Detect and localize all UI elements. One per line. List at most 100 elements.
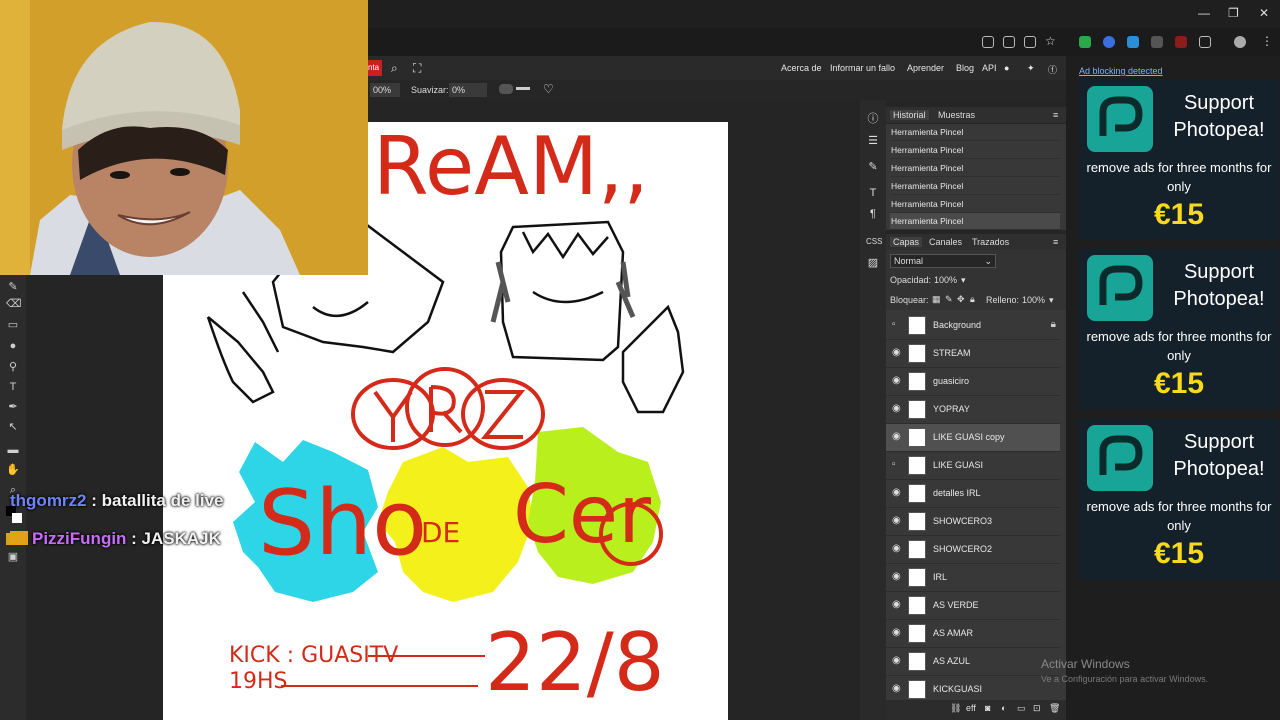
extensions-puzzle-icon[interactable] bbox=[1199, 36, 1211, 48]
hand-tool-icon[interactable]: ✋ bbox=[6, 463, 20, 477]
layer-row[interactable]: ◉ IRL bbox=[886, 564, 1060, 592]
reddit-icon[interactable]: ● bbox=[1004, 63, 1009, 73]
blur-tool-icon[interactable]: ● bbox=[6, 339, 20, 353]
history-item[interactable]: Herramienta Pincel bbox=[890, 142, 1060, 159]
layer-opacity-value[interactable]: 100% bbox=[934, 275, 957, 285]
layer-row[interactable]: ▫ Background 🔒︎ bbox=[886, 312, 1060, 340]
profile-avatar-icon[interactable] bbox=[1234, 36, 1246, 48]
minimize-icon[interactable]: — bbox=[1198, 6, 1210, 20]
delete-layer-icon[interactable]: 🗑︎ bbox=[1049, 703, 1060, 714]
tab-swatches[interactable]: Muestras bbox=[938, 110, 975, 120]
layer-row[interactable]: ◉ guasiciro bbox=[886, 368, 1060, 396]
facebook-icon[interactable]: ⓕ bbox=[1048, 63, 1057, 76]
layer-row[interactable]: ◉ STREAM bbox=[886, 340, 1060, 368]
eye-icon[interactable]: ◉ bbox=[892, 376, 904, 386]
ad-card-3[interactable]: Support Photopea! remove ads for three m… bbox=[1079, 419, 1279, 579]
layer-row[interactable]: ◉ YOPRAY bbox=[886, 396, 1060, 424]
layer-row[interactable]: ◉ AS VERDE bbox=[886, 592, 1060, 620]
ad-card-1[interactable]: Support Photopea! remove ads for three m… bbox=[1079, 80, 1279, 240]
eye-icon[interactable]: ◉ bbox=[892, 684, 904, 694]
extension-blue-icon[interactable] bbox=[1103, 36, 1115, 48]
extension-cyan-icon[interactable] bbox=[1127, 36, 1139, 48]
panel-menu-icon[interactable]: ≡ bbox=[1053, 237, 1058, 247]
search-icon[interactable]: ⌕ bbox=[391, 61, 398, 76]
menu-link-report-bug[interactable]: Informar un fallo bbox=[830, 63, 895, 73]
new-group-icon[interactable]: ▭ bbox=[1017, 703, 1026, 714]
history-item-current[interactable]: Herramienta Pincel bbox=[890, 213, 1060, 230]
lock-move-icon[interactable]: ✥ bbox=[957, 294, 965, 305]
menu-link-about[interactable]: Acerca de bbox=[781, 63, 822, 73]
eye-icon[interactable]: ◉ bbox=[892, 404, 904, 414]
ad-blocking-link[interactable]: Ad blocking detected bbox=[1079, 66, 1163, 76]
layer-row[interactable]: ◉ detalles IRL bbox=[886, 480, 1060, 508]
extension-gray-icon[interactable] bbox=[1151, 36, 1163, 48]
eye-icon[interactable]: ◉ bbox=[892, 656, 904, 666]
eye-icon[interactable]: ◉ bbox=[892, 544, 904, 554]
tab-layers[interactable]: Capas bbox=[890, 237, 923, 247]
tab-channels[interactable]: Canales bbox=[929, 237, 962, 247]
effects-icon[interactable]: eff bbox=[966, 703, 976, 713]
layer-row[interactable]: ◉ SHOWCERO3 bbox=[886, 508, 1060, 536]
layer-row[interactable]: ◉ LIKE GUASI copy bbox=[886, 424, 1060, 452]
twitter-icon[interactable]: ✦ bbox=[1027, 63, 1035, 74]
smooth-field[interactable]: 0% bbox=[449, 83, 487, 97]
extension-red-icon[interactable] bbox=[1175, 36, 1187, 48]
dodge-tool-icon[interactable]: ⚲ bbox=[6, 360, 20, 374]
new-layer-icon[interactable]: ⊡ bbox=[1033, 703, 1041, 714]
menu-link-learn[interactable]: Aprender bbox=[907, 63, 944, 73]
css-panel-icon[interactable]: CSS bbox=[866, 235, 882, 249]
lock-transparency-icon[interactable]: ▦ bbox=[932, 294, 941, 305]
eye-icon[interactable]: ◉ bbox=[892, 348, 904, 358]
menu-tab-red[interactable]: nta bbox=[368, 60, 382, 76]
history-item[interactable]: Herramienta Pincel bbox=[890, 178, 1060, 195]
opacity-chevron-icon[interactable]: ▾ bbox=[961, 275, 966, 286]
brush-opacity-field[interactable]: 00% bbox=[370, 83, 400, 97]
eye-icon[interactable]: ◉ bbox=[892, 432, 904, 442]
eye-hidden-icon[interactable]: ▫ bbox=[892, 460, 904, 470]
brush-size-icon[interactable] bbox=[516, 87, 530, 90]
extension-green-icon[interactable] bbox=[1079, 36, 1091, 48]
path-select-tool-icon[interactable]: ↖ bbox=[6, 420, 20, 434]
cast-icon[interactable] bbox=[1024, 36, 1036, 48]
lock-all-icon[interactable]: 🔒︎ bbox=[970, 294, 975, 305]
mask-icon[interactable]: ◙ bbox=[985, 703, 990, 713]
layer-row[interactable]: ▫ LIKE GUASI bbox=[886, 452, 1060, 480]
star-icon[interactable]: ☆ bbox=[1045, 34, 1057, 48]
eye-icon[interactable]: ◉ bbox=[892, 572, 904, 582]
ad-card-2[interactable]: Support Photopea! remove ads for three m… bbox=[1079, 249, 1279, 409]
pen-tool-icon[interactable]: ✒ bbox=[6, 400, 20, 414]
menu-link-blog[interactable]: Blog bbox=[956, 63, 974, 73]
gradient-tool-icon[interactable]: ▭ bbox=[6, 318, 20, 332]
screen-mode-icon[interactable]: ▣ bbox=[6, 550, 20, 564]
link-layers-icon[interactable]: ⛓ bbox=[950, 703, 961, 714]
brush-preset-icon[interactable] bbox=[499, 84, 513, 94]
history-item[interactable]: Herramienta Pincel bbox=[890, 124, 1060, 141]
fill-chevron-icon[interactable]: ▾ bbox=[1049, 295, 1054, 306]
fullscreen-icon[interactable]: ⛶ bbox=[413, 61, 421, 76]
character-panel-icon[interactable]: T bbox=[866, 186, 880, 200]
shape-tool-icon[interactable]: ▬ bbox=[6, 443, 20, 457]
paragraph-panel-icon[interactable]: ¶ bbox=[866, 207, 880, 221]
eye-hidden-icon[interactable]: ▫ bbox=[892, 320, 904, 330]
background-color-icon[interactable] bbox=[12, 513, 22, 523]
adjustment-layer-icon[interactable]: ◐ bbox=[1001, 703, 1006, 713]
fill-value[interactable]: 100% bbox=[1022, 295, 1045, 305]
page-icon[interactable] bbox=[1003, 36, 1015, 48]
eye-icon[interactable]: ◉ bbox=[892, 488, 904, 498]
text-tool-icon[interactable]: T bbox=[6, 380, 20, 394]
info-icon[interactable]: ⓘ bbox=[866, 112, 880, 126]
history-item[interactable]: Herramienta Pincel bbox=[890, 196, 1060, 213]
bookmark-icon[interactable] bbox=[982, 36, 994, 48]
browser-menu-icon[interactable]: ⋮ bbox=[1261, 34, 1273, 48]
eraser-tool-icon[interactable]: ⌫ bbox=[6, 297, 22, 311]
menu-link-api[interactable]: API bbox=[982, 63, 997, 73]
image-panel-icon[interactable]: ▨ bbox=[866, 256, 880, 270]
close-icon[interactable]: ✕ bbox=[1259, 6, 1269, 20]
brush-panel-icon[interactable]: ✎ bbox=[866, 160, 880, 174]
restore-icon[interactable]: ❐ bbox=[1228, 6, 1239, 20]
eye-icon[interactable]: ◉ bbox=[892, 628, 904, 638]
history-item[interactable]: Herramienta Pincel bbox=[890, 160, 1060, 177]
tab-history[interactable]: Historial bbox=[890, 110, 929, 120]
heart-icon[interactable]: ♡ bbox=[543, 82, 554, 96]
brush-tool-icon[interactable]: ✎ bbox=[6, 280, 20, 294]
